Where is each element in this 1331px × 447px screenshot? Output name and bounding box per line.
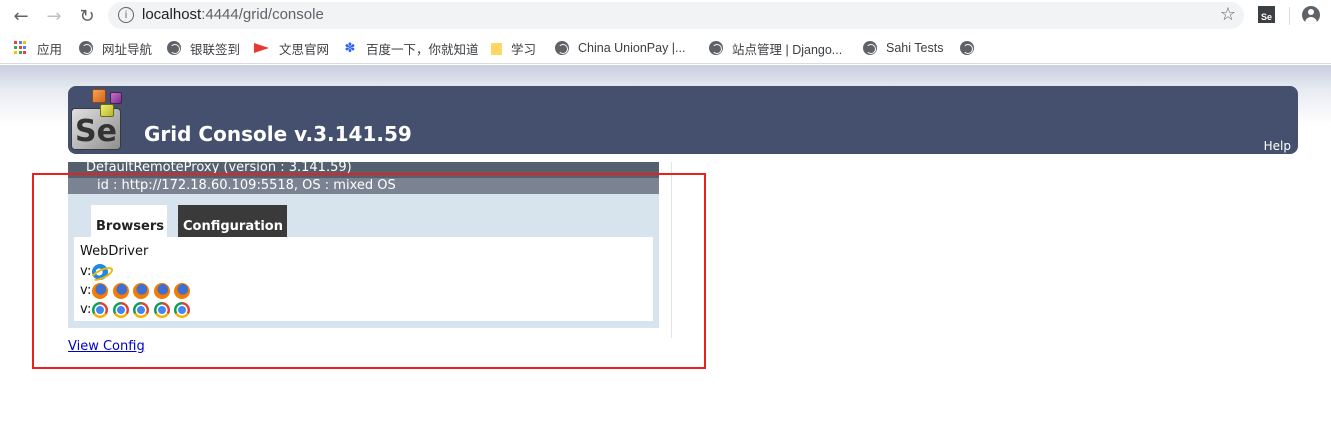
- bookmark-label: China UnionPay |...: [578, 41, 686, 55]
- globe-icon: [709, 41, 723, 55]
- grid-console-page: Se Grid Console v.3.141.59 Help DefaultR…: [0, 65, 1331, 447]
- highlight-annotation-box: [32, 173, 706, 369]
- bookmark-item[interactable]: China UnionPay |...: [555, 39, 685, 57]
- browser-toolbar: ← → ↻ i localhost:4444/grid/console ☆ Se: [0, 0, 1331, 32]
- profile-avatar-icon[interactable]: [1302, 6, 1320, 24]
- info-icon[interactable]: i: [118, 7, 134, 23]
- bookmark-apps[interactable]: 应用: [14, 39, 62, 57]
- back-arrow-icon[interactable]: ←: [9, 4, 33, 28]
- reload-icon[interactable]: ↻: [75, 4, 99, 28]
- url-text[interactable]: localhost:4444/grid/console: [142, 6, 324, 23]
- address-bar[interactable]: i localhost:4444/grid/console ☆: [108, 2, 1244, 29]
- globe-icon: [79, 41, 93, 55]
- selenium-extension-icon[interactable]: Se: [1258, 6, 1275, 23]
- bookmark-star-icon[interactable]: ☆: [1220, 4, 1236, 25]
- bookmark-item[interactable]: ✽ 百度一下，你就知道: [343, 39, 479, 57]
- flag-icon: [254, 41, 270, 55]
- bookmark-item[interactable]: 银联签到: [167, 39, 240, 57]
- bookmark-item[interactable]: 学习: [491, 39, 536, 57]
- console-header: Se Grid Console v.3.141.59 Help: [68, 86, 1298, 154]
- bookmark-item[interactable]: Sahi Tests: [863, 39, 943, 57]
- bookmark-label: Sahi Tests: [886, 41, 944, 55]
- url-host: localhost: [142, 6, 202, 23]
- globe-icon: [960, 41, 974, 55]
- globe-icon: [167, 41, 181, 55]
- help-link[interactable]: Help: [1264, 139, 1291, 153]
- forward-arrow-icon[interactable]: →: [42, 4, 66, 28]
- baidu-paw-icon: ✽: [344, 40, 356, 55]
- url-path: :4444/grid/console: [201, 6, 324, 23]
- bookmark-item[interactable]: 文思官网: [254, 39, 329, 57]
- bookmark-label: 站点管理 | Django...: [732, 42, 843, 57]
- bookmark-item[interactable]: 网址导航: [79, 39, 152, 57]
- bookmark-label: 网址导航: [102, 42, 153, 57]
- globe-icon: [863, 41, 877, 55]
- bookmark-label: 文思官网: [279, 42, 330, 57]
- bookmark-item[interactable]: [960, 39, 983, 57]
- page-title: Grid Console v.3.141.59: [144, 122, 412, 146]
- bookmark-item[interactable]: 站点管理 | Django...: [709, 39, 842, 57]
- selenium-logo: Se: [71, 89, 129, 151]
- toolbar-divider: [1289, 7, 1290, 25]
- bookmark-label: 应用: [37, 42, 63, 57]
- bookmarks-bar: 应用 网址导航 银联签到 文思官网 ✽ 百度一下，你就知道 学习 China U…: [0, 32, 1331, 64]
- apps-grid-icon: [14, 41, 28, 55]
- globe-icon: [555, 41, 569, 55]
- bookmark-label: 银联签到: [190, 42, 241, 57]
- bookmark-label: 学习: [511, 42, 537, 57]
- folder-icon: [491, 42, 502, 55]
- bookmark-label: 百度一下，你就知道: [366, 42, 479, 57]
